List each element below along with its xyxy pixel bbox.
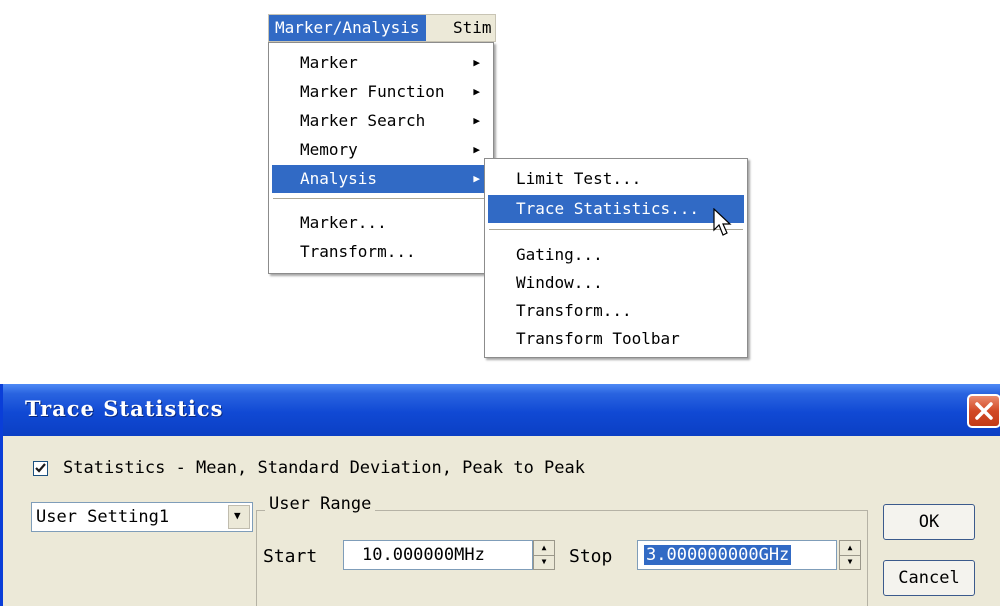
- menu-item-marker-function[interactable]: Marker Function ▶: [272, 78, 490, 106]
- start-label: Start: [263, 546, 318, 567]
- submenu-item-limit-test[interactable]: Limit Test...: [488, 165, 744, 193]
- trace-statistics-dialog: Trace Statistics Statistics - Mean, Stan…: [0, 384, 1000, 606]
- user-setting-select[interactable]: User Setting1 ▼: [31, 502, 253, 532]
- menu-item-label: Memory: [300, 140, 358, 159]
- analysis-submenu: Limit Test... Trace Statistics... Gating…: [484, 158, 748, 358]
- stop-input[interactable]: 3.000000000GHz: [637, 540, 837, 570]
- submenu-item-window[interactable]: Window...: [488, 269, 744, 297]
- menu-item-label: Window...: [516, 273, 603, 292]
- menu-item-label: Analysis: [300, 169, 378, 188]
- submenu-item-trace-statistics[interactable]: Trace Statistics...: [488, 195, 744, 223]
- submenu-arrow-icon: ▶: [473, 114, 480, 127]
- menu-item-label: Transform...: [516, 301, 632, 320]
- dialog-title: Trace Statistics: [25, 396, 224, 421]
- start-spinner[interactable]: ▲ ▼: [533, 540, 555, 570]
- user-setting-value: User Setting1: [36, 507, 170, 527]
- stop-label: Stop: [569, 546, 613, 567]
- menu-separator: [489, 229, 743, 231]
- submenu-item-transform-toolbar[interactable]: Transform Toolbar: [488, 325, 744, 353]
- ok-button[interactable]: OK: [883, 504, 975, 540]
- submenu-item-transform[interactable]: Transform...: [488, 297, 744, 325]
- close-icon: [975, 402, 993, 420]
- submenu-arrow-icon: ▶: [473, 143, 480, 156]
- menu-item-marker-dialog[interactable]: Marker...: [272, 209, 490, 237]
- menu-item-label: Marker Function: [300, 82, 445, 101]
- mouse-pointer-icon: [713, 207, 735, 238]
- spin-up-icon[interactable]: ▲: [534, 541, 554, 556]
- stop-value: 3.000000000GHz: [644, 545, 792, 565]
- spin-up-icon[interactable]: ▲: [840, 541, 860, 556]
- spin-down-icon[interactable]: ▼: [534, 555, 554, 569]
- user-range-legend: User Range: [265, 494, 376, 514]
- menu-item-label: Gating...: [516, 245, 603, 264]
- submenu-arrow-icon: ▶: [473, 172, 480, 185]
- menu-item-label: Transform Toolbar: [516, 329, 680, 348]
- ok-button-label: OK: [918, 512, 940, 532]
- menu-separator: [273, 198, 489, 200]
- menu-item-label: Transform...: [300, 242, 416, 261]
- dropdown-button[interactable]: ▼: [228, 505, 250, 529]
- menu-item-analysis[interactable]: Analysis ▶: [272, 165, 490, 193]
- menu-item-marker[interactable]: Marker ▶: [272, 49, 490, 77]
- menu-item-label: Marker: [300, 53, 358, 72]
- menu-item-label: Marker Search: [300, 111, 426, 130]
- menu-item-label: Limit Test...: [516, 169, 642, 188]
- marker-analysis-menu: Marker ▶ Marker Function ▶ Marker Search…: [268, 42, 494, 274]
- start-value: 10.000000MHz: [362, 545, 485, 565]
- submenu-item-gating[interactable]: Gating...: [488, 241, 744, 269]
- menu-item-marker-search[interactable]: Marker Search ▶: [272, 107, 490, 135]
- close-button[interactable]: [967, 394, 1000, 428]
- menubar-marker-analysis[interactable]: Marker/Analysis: [269, 15, 426, 41]
- chevron-down-icon: ▼: [234, 509, 241, 522]
- spin-down-icon[interactable]: ▼: [840, 555, 860, 569]
- submenu-arrow-icon: ▶: [473, 56, 480, 69]
- menu-item-label: Marker...: [300, 213, 387, 232]
- submenu-arrow-icon: ▶: [473, 85, 480, 98]
- menu-bar: Marker/Analysis Stim: [268, 14, 496, 42]
- cancel-button[interactable]: Cancel: [883, 560, 975, 596]
- dialog-titlebar[interactable]: Trace Statistics: [0, 384, 1000, 436]
- menubar-stimulus[interactable]: Stim: [447, 15, 498, 41]
- menu-item-transform[interactable]: Transform...: [272, 238, 490, 266]
- menu-item-label: Trace Statistics...: [516, 199, 700, 218]
- statistics-checkbox[interactable]: [33, 461, 48, 476]
- start-input[interactable]: 10.000000MHz: [343, 540, 533, 570]
- cancel-button-label: Cancel: [898, 568, 960, 588]
- menu-item-memory[interactable]: Memory ▶: [272, 136, 490, 164]
- statistics-checkbox-label[interactable]: Statistics - Mean, Standard Deviation, P…: [63, 458, 585, 478]
- stop-spinner[interactable]: ▲ ▼: [839, 540, 861, 570]
- checkmark-icon: [35, 463, 46, 473]
